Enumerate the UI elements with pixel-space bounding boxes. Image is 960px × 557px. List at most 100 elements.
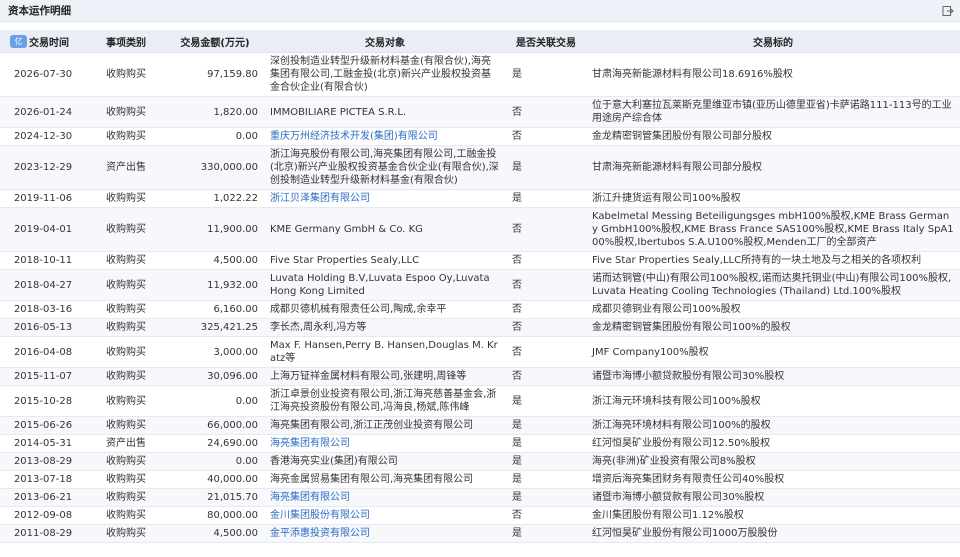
cell-target: 金川集团股份有限公司1.12%股权 <box>586 506 960 525</box>
cell-amount: 30,096.00 <box>166 367 264 386</box>
table-row: 2015-10-28 收购购买 0.00 浙江卓景创业投资有限公司,浙江海亮慈善基金会… <box>0 385 960 417</box>
cell-category: 收购购买 <box>86 96 166 128</box>
cell-party[interactable]: 浙江贝泽集团有限公司 <box>264 189 506 208</box>
cell-date: 2011-08-29 <box>0 524 86 543</box>
cell-amount: 11,932.00 <box>166 269 264 301</box>
col-header-party[interactable]: 交易对象 <box>264 30 506 53</box>
col-header-category[interactable]: 事项类别 <box>86 30 166 53</box>
cell-party: 浙江卓景创业投资有限公司,浙江海亮慈善基金会,浙江海亮投资股份有限公司,冯海良,… <box>264 385 506 417</box>
cell-party: KME Germany GmbH & Co. KG <box>264 207 506 252</box>
cell-party[interactable]: 重庆万州经济技术开发(集团)有限公司 <box>264 127 506 146</box>
cell-amount: 97,159.80 <box>166 52 264 97</box>
cell-target: 浙江海元环境科技有限公司100%股权 <box>586 385 960 417</box>
cell-target: 成都贝德铜业有限公司100%股权 <box>586 300 960 319</box>
table-row: 2026-07-30 收购购买 97,159.80 深创投制造业转型升级新材料基金(有… <box>0 52 960 97</box>
cell-party: IMMOBILIARE PICTEA S.R.L. <box>264 96 506 128</box>
cell-date: 2013-06-21 <box>0 488 86 507</box>
cell-target: 增资后海亮集团财务有限责任公司40%股权 <box>586 470 960 489</box>
cell-target: 诺而达铜管(中山)有限公司100%股权,诺而达奥托铜业(中山)有限公司100%股… <box>586 269 960 301</box>
cell-date: 2026-01-24 <box>0 96 86 128</box>
cell-date: 2014-05-31 <box>0 434 86 453</box>
cell-date: 2018-04-27 <box>0 269 86 301</box>
cell-category: 收购购买 <box>86 506 166 525</box>
cell-amount: 330,000.00 <box>166 145 264 190</box>
cell-date: 2024-12-30 <box>0 127 86 146</box>
col-header-amount[interactable]: 交易金额(万元) <box>166 30 264 53</box>
cell-date: 2013-08-29 <box>0 452 86 471</box>
table-row: 2016-04-08 收购购买 3,000.00 Max F. Hansen,Perr… <box>0 336 960 368</box>
cell-party: 成都贝德机械有限责任公司,陶成,余幸平 <box>264 300 506 319</box>
col-header-target[interactable]: 交易标的 <box>586 30 960 53</box>
cell-party[interactable]: 海亮集团有限公司 <box>264 434 506 453</box>
cell-amount: 325,421.25 <box>166 318 264 337</box>
cell-party: Luvata Holding B.V,Luvata Espoo Oy,Luvat… <box>264 269 506 301</box>
cell-related: 否 <box>506 207 586 252</box>
cell-amount: 0.00 <box>166 385 264 417</box>
cell-related: 是 <box>506 52 586 97</box>
cell-date: 2019-04-01 <box>0 207 86 252</box>
cell-amount: 11,900.00 <box>166 207 264 252</box>
cell-date: 2013-07-18 <box>0 470 86 489</box>
cell-target: 浙江海亮环境材料有限公司100%的股权 <box>586 416 960 435</box>
cell-target: 浙江升捷货运有限公司100%股权 <box>586 189 960 208</box>
cell-amount: 21,015.70 <box>166 488 264 507</box>
cell-target: 金龙精密铜管集团股份有限公司100%的股权 <box>586 318 960 337</box>
export-icon[interactable] <box>942 5 954 17</box>
table-row: 2026-01-24 收购购买 1,820.00 IMMOBILIARE PICTEA… <box>0 96 960 128</box>
cell-category: 收购购买 <box>86 300 166 319</box>
cell-party: Max F. Hansen,Perry B. Hansen,Douglas M.… <box>264 336 506 368</box>
cell-category: 收购购买 <box>86 385 166 417</box>
cell-target: Five Star Properties Sealy,LLC所持有的一块土地及与… <box>586 251 960 270</box>
cell-category: 收购购买 <box>86 189 166 208</box>
table-row: 2023-12-29 资产出售 330,000.00 浙江海亮股份有限公司,海亮集团有… <box>0 145 960 190</box>
cell-party[interactable]: 金平添惠投资有限公司 <box>264 524 506 543</box>
cell-date: 2016-05-13 <box>0 318 86 337</box>
table-row: 2019-04-01 收购购买 11,900.00 KME Germany GmbH … <box>0 207 960 252</box>
cell-amount: 3,000.00 <box>166 336 264 368</box>
cell-category: 收购购买 <box>86 127 166 146</box>
cell-target: 红河恒昊矿业股份有限公司12.50%股权 <box>586 434 960 453</box>
cell-category: 收购购买 <box>86 52 166 97</box>
cell-related: 是 <box>506 385 586 417</box>
cell-amount: 1,820.00 <box>166 96 264 128</box>
table-row: 2013-07-18 收购购买 40,000.00 海亮金属贸易集团有限公司,海亮集团… <box>0 470 960 489</box>
cell-related: 否 <box>506 96 586 128</box>
cell-related: 否 <box>506 336 586 368</box>
cell-target: 甘肃海亮新能源材料有限公司18.6916%股权 <box>586 52 960 97</box>
cell-related: 否 <box>506 506 586 525</box>
cell-date: 2019-11-06 <box>0 189 86 208</box>
table-row: 2014-05-31 资产出售 24,690.00 海亮集团有限公司是红河恒昊矿业股份… <box>0 434 960 453</box>
table-row: 2018-10-11 收购购买 4,500.00 Five Star Properti… <box>0 251 960 270</box>
col-header-related[interactable]: 是否关联交易 <box>506 30 586 53</box>
cell-date: 2018-10-11 <box>0 251 86 270</box>
cell-category: 收购购买 <box>86 452 166 471</box>
cell-related: 否 <box>506 269 586 301</box>
panel-title: 资本运作明细 <box>8 5 71 17</box>
cell-party: 浙江海亮股份有限公司,海亮集团有限公司,工融金投(北京)新兴产业股权投资基金合伙… <box>264 145 506 190</box>
cell-party[interactable]: 金川集团股份有限公司 <box>264 506 506 525</box>
cell-party[interactable]: 海亮集团有限公司 <box>264 488 506 507</box>
table-row: 2024-12-30 收购购买 0.00 重庆万州经济技术开发(集团)有限公司否金龙精… <box>0 127 960 146</box>
table-row: 2012-09-08 收购购买 80,000.00 金川集团股份有限公司否金川集团股份… <box>0 506 960 525</box>
cell-category: 收购购买 <box>86 488 166 507</box>
cell-category: 收购购买 <box>86 318 166 337</box>
cell-related: 是 <box>506 452 586 471</box>
cell-amount: 0.00 <box>166 127 264 146</box>
cell-target: 红河恒昊矿业股份有限公司1000万股股份 <box>586 524 960 543</box>
panel-header: 资本运作明细 <box>0 0 960 22</box>
cell-party: 李长杰,周永利,冯方等 <box>264 318 506 337</box>
cell-amount: 24,690.00 <box>166 434 264 453</box>
cell-amount: 0.00 <box>166 452 264 471</box>
cell-category: 资产出售 <box>86 434 166 453</box>
cell-related: 是 <box>506 470 586 489</box>
table-row: 2015-06-26 收购购买 66,000.00 海亮集团有限公司,浙江正茂创业投资… <box>0 416 960 435</box>
cell-amount: 1,022.22 <box>166 189 264 208</box>
sort-badge[interactable]: 亿 <box>10 35 27 48</box>
cell-amount: 6,160.00 <box>166 300 264 319</box>
cell-target: Kabelmetal Messing Beteiligungsges mbH10… <box>586 207 960 252</box>
cell-related: 否 <box>506 318 586 337</box>
cell-category: 收购购买 <box>86 207 166 252</box>
cell-party: 香港海亮实业(集团)有限公司 <box>264 452 506 471</box>
table-row: 2018-04-27 收购购买 11,932.00 Luvata Holding B.… <box>0 269 960 301</box>
col-header-date[interactable]: 亿 交易时间 <box>0 30 86 53</box>
